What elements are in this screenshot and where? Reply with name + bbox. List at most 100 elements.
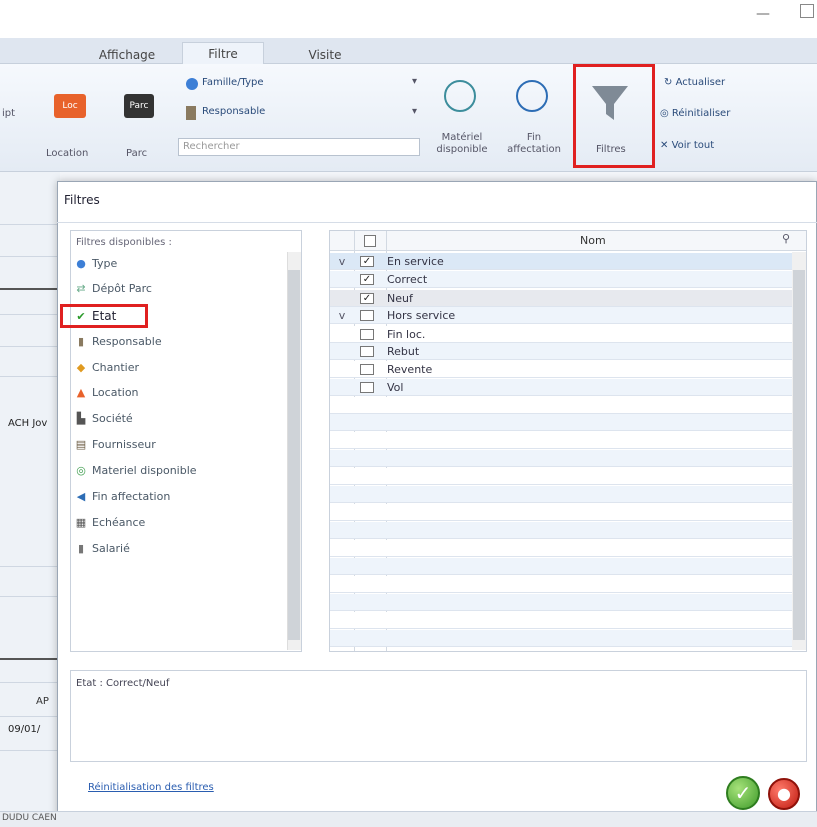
row-checkbox[interactable] <box>360 364 374 375</box>
dropdown-arrow-icon[interactable]: ▾ <box>412 76 417 87</box>
background-app-panel: ACH Jov AP 09/01/ <box>0 172 60 827</box>
grid-scrollbar-thumb[interactable] <box>793 270 805 640</box>
reinitialiser-button[interactable]: ◎ Réinitialiser <box>660 108 730 119</box>
grid-header: Nom ⚲ <box>330 231 806 251</box>
filter-item-fin-affectation[interactable]: ◀ Fin affectation <box>74 488 171 506</box>
row-checkbox[interactable] <box>360 329 374 340</box>
materiel-label-2[interactable]: disponible <box>434 144 490 155</box>
voir-tout-label: Voir tout <box>671 140 715 151</box>
ribbon-tab-row: Affichage Filtre Visite <box>0 38 817 64</box>
dropdown-arrow-icon[interactable]: ▾ <box>412 106 417 117</box>
famille-type-button[interactable]: Famille/Type <box>202 77 264 88</box>
filter-item-fournisseur[interactable]: ▤ Fournisseur <box>74 436 156 454</box>
filter-summary-text: Etat : Correct/Neuf <box>76 678 170 689</box>
filter-item-label: Dépôt Parc <box>92 282 152 295</box>
filter-item-label: Fin affectation <box>92 490 171 503</box>
filter-item-label: Salarié <box>92 542 130 555</box>
row-checkbox[interactable] <box>360 310 374 321</box>
filter-item-label: Responsable <box>92 335 162 348</box>
row-checkbox[interactable]: ✓ <box>360 293 374 304</box>
filter-item-location[interactable]: ▲ Location <box>74 384 139 402</box>
search-input[interactable]: Rechercher <box>178 138 420 156</box>
grid-search-icon[interactable]: ⚲ <box>782 232 790 245</box>
row-checkbox[interactable] <box>360 346 374 357</box>
grid-row[interactable]: ✓ Neuf <box>330 290 792 307</box>
filter-item-depot-parc[interactable]: ⇄ Dépôt Parc <box>74 280 152 298</box>
row-name: En service <box>387 255 444 268</box>
background-date-text: 09/01/ <box>8 724 41 735</box>
reset-filters-link[interactable]: Réinitialisation des filtres <box>88 782 214 793</box>
famille-type-icon <box>186 78 198 90</box>
arrow-circle-icon: ◀ <box>76 490 86 503</box>
actualiser-label: Actualiser <box>675 77 726 88</box>
grid-row[interactable]: Revente <box>330 361 792 378</box>
grid-header-name[interactable]: Nom <box>580 234 606 247</box>
filter-summary-box <box>70 670 807 762</box>
grid-row[interactable]: v ✓ En service <box>330 253 792 270</box>
reinitialiser-label: Réinitialiser <box>671 108 731 119</box>
responsable-icon <box>186 106 196 120</box>
location-icon[interactable]: Loc <box>54 94 86 118</box>
grid-row-empty <box>330 414 792 431</box>
parc-button-label[interactable]: Parc <box>126 148 147 159</box>
grid-row[interactable]: Vol <box>330 379 792 396</box>
filter-item-societe[interactable]: ▙ Société <box>74 410 133 428</box>
maximize-button[interactable] <box>800 4 814 18</box>
materiel-label-1[interactable]: Matériel <box>440 132 484 143</box>
tab-filtre[interactable]: Filtre <box>182 42 264 64</box>
filter-item-label: Type <box>92 257 118 270</box>
location-icon: ▲ <box>76 386 86 399</box>
refresh-icon: ↻ <box>664 77 676 88</box>
row-checkbox[interactable]: ✓ <box>360 274 374 285</box>
filter-item-label: Location <box>92 386 139 399</box>
background-column-text: AP <box>36 696 49 707</box>
grid-row-empty <box>330 522 792 539</box>
row-name: Revente <box>387 363 433 376</box>
grid-row[interactable]: ✓ Correct <box>330 271 792 288</box>
materiel-disponible-icon[interactable] <box>444 80 476 112</box>
grid-row-empty <box>330 612 792 629</box>
grid-row-empty <box>330 468 792 485</box>
filter-item-echeance[interactable]: ▦ Echéance <box>74 514 145 532</box>
grid-row[interactable]: Rebut <box>330 343 792 360</box>
minimize-button[interactable]: — <box>756 6 776 22</box>
expand-toggle-icon[interactable]: v <box>330 253 354 270</box>
location-button-label[interactable]: Location <box>46 148 88 159</box>
responsable-button[interactable]: Responsable <box>202 106 265 117</box>
filtres-highlight-box <box>573 64 655 168</box>
grid-row-empty <box>330 558 792 575</box>
select-all-checkbox[interactable] <box>364 235 376 247</box>
row-name: Neuf <box>387 292 413 305</box>
salarie-icon: ▮ <box>77 542 85 555</box>
fin-label-1[interactable]: Fin <box>516 132 552 143</box>
voir-tout-button[interactable]: ✕ Voir tout <box>660 140 714 151</box>
row-name: Fin loc. <box>387 328 426 341</box>
row-checkbox[interactable]: ✓ <box>360 256 374 267</box>
grid-row[interactable]: Fin loc. <box>330 326 792 343</box>
ribbon-cut-label: ipt <box>2 108 16 119</box>
chantier-icon: ◆ <box>76 361 86 374</box>
ok-button[interactable]: ✓ <box>726 776 760 810</box>
filter-item-chantier[interactable]: ◆ Chantier <box>74 359 139 377</box>
dialog-header <box>57 181 817 223</box>
grid-row[interactable]: v Hors service <box>330 307 792 324</box>
calendar-icon: ▦ <box>75 516 87 529</box>
filters-scrollbar-thumb[interactable] <box>288 270 300 640</box>
tab-affichage[interactable]: Affichage <box>86 46 168 64</box>
row-checkbox[interactable] <box>360 382 374 393</box>
tab-visite[interactable]: Visite <box>300 46 350 64</box>
grid-row-empty <box>330 450 792 467</box>
filter-item-materiel-disponible[interactable]: ◎ Materiel disponible <box>74 462 196 480</box>
parc-icon[interactable]: Parc <box>124 94 154 118</box>
filter-item-type[interactable]: ● Type <box>74 255 117 273</box>
filter-item-salarie[interactable]: ▮ Salarié <box>74 540 130 558</box>
filter-item-responsable[interactable]: ▮ Responsable <box>74 333 162 351</box>
depot-icon: ⇄ <box>76 282 86 295</box>
expand-toggle-icon[interactable]: v <box>330 307 354 324</box>
grid-row-empty <box>330 540 792 557</box>
fin-label-2[interactable]: affectation <box>502 144 566 155</box>
fin-affectation-icon[interactable] <box>516 80 548 112</box>
actualiser-button[interactable]: ↻ Actualiser <box>664 77 725 88</box>
reset-icon: ◎ <box>660 108 672 119</box>
cancel-button[interactable]: ● <box>768 778 800 810</box>
